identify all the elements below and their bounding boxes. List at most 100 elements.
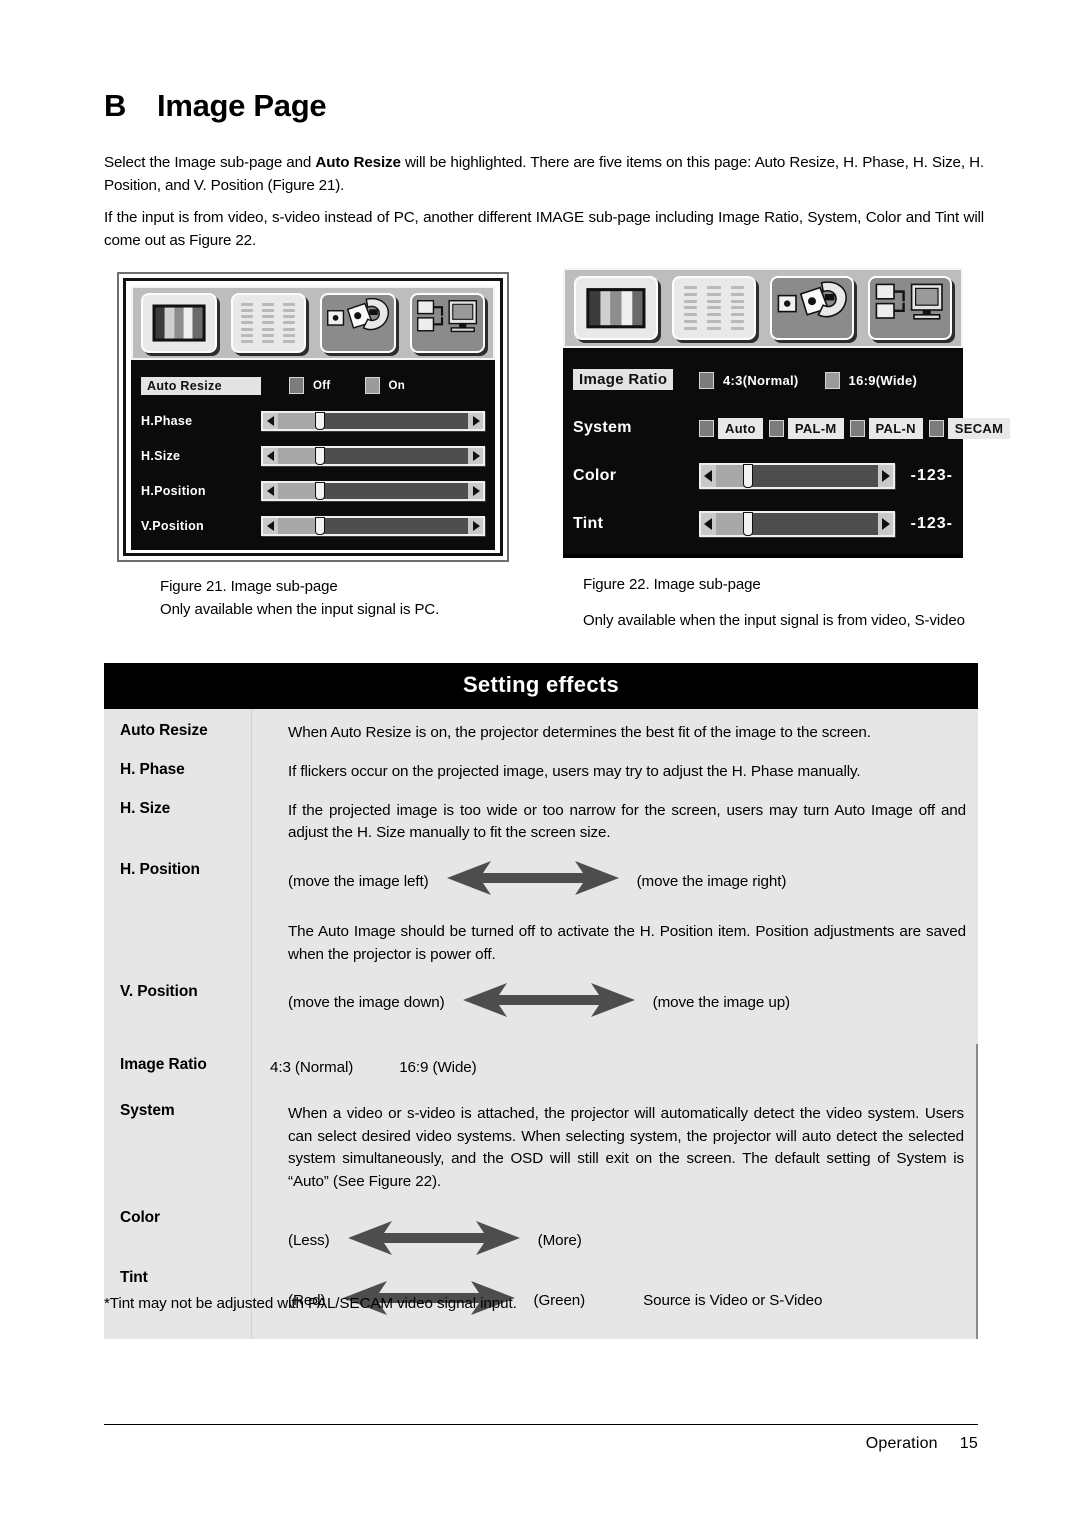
figure-21-caption: Figure 21. Image sub-page Only available… <box>160 576 520 621</box>
osd-body: Auto Resize Off On H.Phase H.Size H.Posi… <box>131 360 495 550</box>
setting-effects-table: Setting effects Auto Resize When Auto Re… <box>104 663 978 1080</box>
table-header: Setting effects <box>104 663 978 709</box>
slider-right-arrow-icon[interactable] <box>877 513 893 535</box>
osd-row-auto-resize: Auto Resize Off On <box>141 368 485 403</box>
ratio-option-4-3: 4:3 (Normal) <box>270 1059 354 1076</box>
osd-button-system-pal-m[interactable]: PAL-M <box>787 417 844 439</box>
intro-p1-bold: Auto Resize <box>315 154 401 172</box>
row-key-h-size: H. Size <box>104 786 252 849</box>
osd-slider-h-size[interactable] <box>261 445 485 466</box>
row-value-h-position: (move the image left) (move the image ri… <box>252 848 978 969</box>
osd-row-image-ratio: Image Ratio 4:3(Normal) 16:9(Wide) <box>573 356 953 404</box>
computer-connection-icon[interactable] <box>409 293 485 353</box>
osd-row-color: Color -123- <box>573 452 953 500</box>
table-row: H. Position (move the image left) (move … <box>104 848 978 970</box>
figure-22-frame: Image Ratio 4:3(Normal) 16:9(Wide) Syste… <box>563 268 1011 558</box>
intro-paragraph-1: Select the Image sub-page and Auto Resiz… <box>104 152 984 197</box>
color-bars-icon[interactable] <box>574 276 658 340</box>
row-key-color: Color <box>104 1196 252 1263</box>
row-value-auto-resize: When Auto Resize is on, the projector de… <box>252 709 978 748</box>
osd-checkbox-ratio-16-9[interactable] <box>824 371 840 389</box>
table-row: Auto Resize When Auto Resize is on, the … <box>104 709 978 748</box>
osd-label-h-phase: H.Phase <box>141 413 193 428</box>
text-page-icon[interactable] <box>230 293 306 353</box>
osd-body: Image Ratio 4:3(Normal) 16:9(Wide) Syste… <box>563 348 1011 554</box>
osd-slider-v-position[interactable] <box>261 515 485 536</box>
osd-row-h-size: H.Size <box>141 438 485 473</box>
table-row: Image Ratio 4:3 (Normal) 16:9 (Wide) <box>104 1044 976 1090</box>
double-arrow-icon <box>462 982 635 1025</box>
footer-section-label: Operation <box>865 1435 938 1452</box>
row-value-h-phase: If flickers occur on the projected image… <box>252 748 978 787</box>
intro-p1-before: Select the Image sub-page and <box>104 154 316 172</box>
osd-checkbox-on[interactable] <box>364 377 380 394</box>
slider-left-arrow-icon[interactable] <box>263 517 278 534</box>
slider-right-arrow-icon[interactable] <box>468 412 483 429</box>
osd-button-system-auto[interactable]: Auto <box>718 417 763 439</box>
osd-checkbox-system-pal-n[interactable] <box>849 419 865 437</box>
figure-21-frame: Auto Resize Off On H.Phase H.Size H.Posi… <box>117 272 509 562</box>
osd-toolbar <box>563 268 963 348</box>
figure-22-caption: Figure 22. Image sub-page Only available… <box>583 574 971 632</box>
slider-right-arrow-icon[interactable] <box>877 465 893 487</box>
osd-row-v-position: V.Position <box>141 508 485 543</box>
row-value-image-ratio: 4:3 (Normal) 16:9 (Wide) <box>252 1044 976 1090</box>
page-title: B Image Page <box>104 88 984 124</box>
osd-checkbox-system-pal-m[interactable] <box>768 419 784 437</box>
color-bars-icon[interactable] <box>141 293 217 353</box>
arrow-left-label: (Less) <box>288 1232 330 1250</box>
arrow-right-label: (More) <box>537 1232 582 1250</box>
osd-slider-h-position[interactable] <box>261 480 485 501</box>
text-page-icon[interactable] <box>672 276 756 340</box>
osd-row-h-phase: H.Phase <box>141 403 485 438</box>
row-value-system: When a video or s-video is attached, the… <box>252 1090 976 1197</box>
osd-checkbox-system-secam[interactable] <box>928 419 944 437</box>
osd-label-v-position: V.Position <box>141 518 204 533</box>
slider-right-arrow-icon[interactable] <box>468 517 483 534</box>
row-value-color: (Less) (More) <box>252 1197 976 1263</box>
row-paragraph: When Auto Resize is on, the projector de… <box>288 724 871 741</box>
row-key-image-ratio: Image Ratio <box>104 1044 252 1090</box>
osd-button-system-pal-n[interactable]: PAL-N <box>868 417 923 439</box>
arrow-right-label: (move the image right) <box>636 872 787 890</box>
hand-image-icon[interactable] <box>320 293 396 353</box>
section-letter: B <box>104 88 127 123</box>
arrow-line: (move the image left) (move the image ri… <box>288 861 966 903</box>
hand-image-icon[interactable] <box>770 276 854 340</box>
osd-slider-color[interactable] <box>699 463 895 489</box>
osd-checkbox-off[interactable] <box>289 377 304 394</box>
table-row: H. Size If the projected image is too wi… <box>104 786 978 849</box>
osd-value-tint: -123- <box>910 515 953 532</box>
document-page: B Image Page Select the Image sub-page a… <box>0 0 1080 1528</box>
osd-button-system-secam[interactable]: SECAM <box>947 417 1011 439</box>
slider-right-arrow-icon[interactable] <box>468 482 483 499</box>
slider-left-arrow-icon[interactable] <box>263 447 278 464</box>
osd-checkbox-system-auto[interactable] <box>699 419 714 437</box>
footnote: *Tint may not be adjusted with PAL/SECAM… <box>104 1295 517 1312</box>
osd-slider-h-phase[interactable] <box>261 410 485 431</box>
computer-connection-icon[interactable] <box>868 276 952 340</box>
slider-left-arrow-icon[interactable] <box>263 412 278 429</box>
figure-21-inner-frame: Auto Resize Off On H.Phase H.Size H.Posi… <box>123 278 503 556</box>
row-paragraph: If the projected image is too wide or to… <box>288 801 966 842</box>
page-footer: Operation 15 <box>866 1435 978 1453</box>
osd-label-cell: Color <box>573 467 699 485</box>
row-value-h-size: If the projected image is too wide or to… <box>252 787 978 849</box>
slider-left-arrow-icon[interactable] <box>263 482 278 499</box>
osd-option-off-label: Off <box>313 379 331 392</box>
osd-row-system: System Auto PAL-M PAL-N SECAM <box>573 404 1011 452</box>
osd-label-cell: Tint <box>573 515 699 533</box>
row-key-h-position: H. Position <box>104 848 252 970</box>
row-paragraph: When a video or s-video is attached, the… <box>288 1104 964 1191</box>
figure-21-caption-title: Figure 21. Image sub-page <box>160 578 338 595</box>
osd-label-color: Color <box>573 467 617 484</box>
osd-label-image-ratio: Image Ratio <box>573 369 674 390</box>
row-key-h-phase: H. Phase <box>104 747 252 787</box>
double-arrow-icon <box>446 861 619 903</box>
slider-right-arrow-icon[interactable] <box>468 447 483 464</box>
osd-slider-tint[interactable] <box>699 511 895 537</box>
row-key-auto-resize: Auto Resize <box>104 709 252 748</box>
osd-checkbox-ratio-4-3[interactable] <box>699 371 714 389</box>
slider-left-arrow-icon[interactable] <box>701 465 716 487</box>
slider-left-arrow-icon[interactable] <box>701 513 716 535</box>
